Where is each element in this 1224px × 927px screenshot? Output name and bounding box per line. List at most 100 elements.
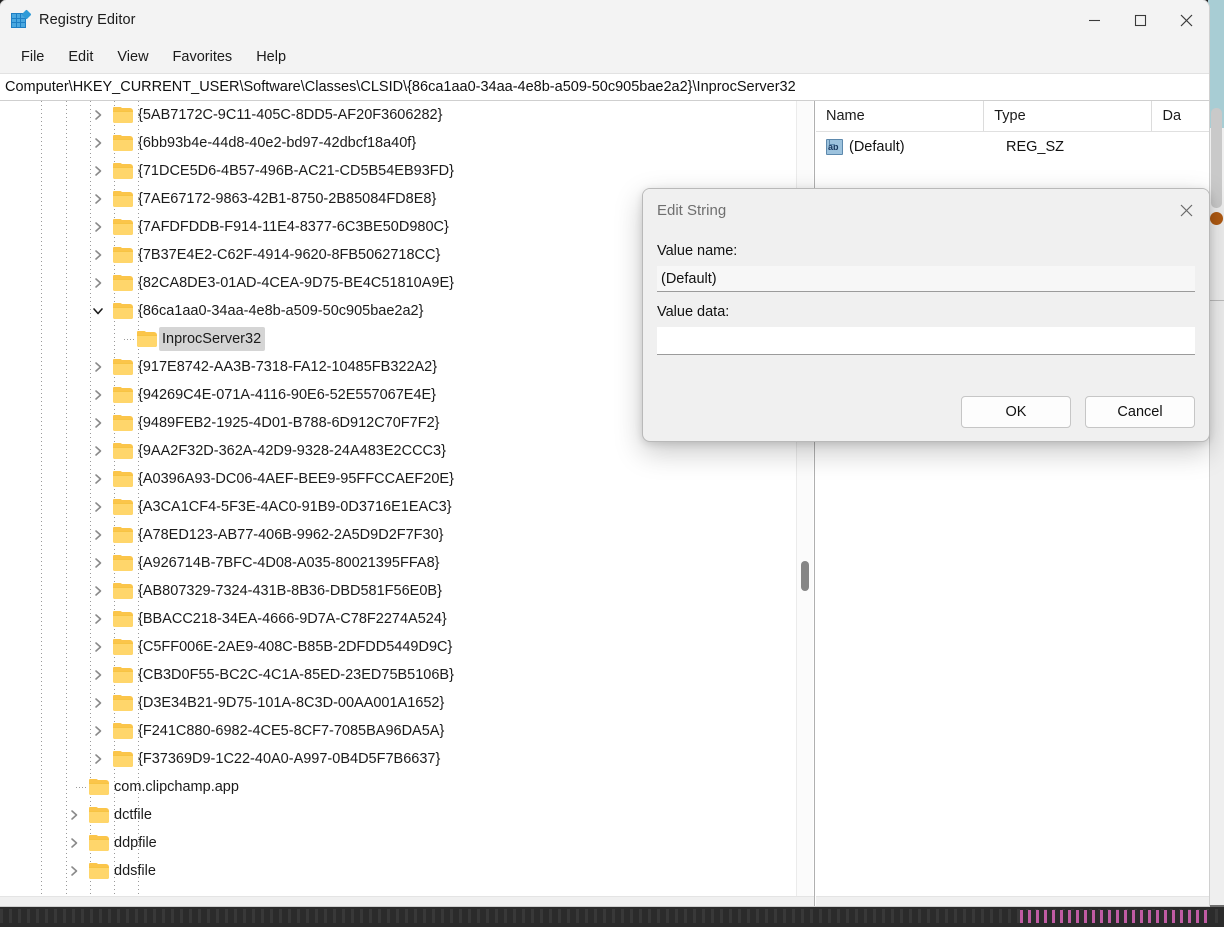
- dialog-close-icon[interactable]: [1163, 189, 1209, 231]
- tree-item-label: {CB3D0F55-BC2C-4C1A-85ED-23ED75B5106B}: [138, 667, 454, 683]
- tree-item[interactable]: {71DCE5D6-4B57-496B-AC21-CD5B54EB93FD}: [0, 157, 797, 185]
- folder-icon: [113, 667, 133, 683]
- folder-icon: [113, 359, 133, 375]
- chevron-right-icon[interactable]: [65, 862, 83, 880]
- chevron-right-icon[interactable]: [89, 190, 107, 208]
- chevron-right-icon[interactable]: [89, 498, 107, 516]
- tree-vertical-scroll-thumb[interactable]: [801, 561, 809, 591]
- value-name-label: Value name:: [657, 243, 738, 259]
- menu-item-favorites[interactable]: Favorites: [162, 46, 244, 68]
- chevron-right-icon[interactable]: [89, 666, 107, 684]
- dialog-title-bar: Edit String: [643, 189, 1209, 231]
- tree-item-label: {A3CA1CF4-5F3E-4AC0-91B9-0D3716E1EAC3}: [138, 499, 452, 515]
- tree-item[interactable]: {F37369D9-1C22-40A0-A997-0B4D5F7B6637}: [0, 745, 797, 773]
- tree-item-label: {7B37E4E2-C62F-4914-9620-8FB5062718CC}: [138, 247, 441, 263]
- chevron-right-icon[interactable]: [65, 834, 83, 852]
- tree-item-label: com.clipchamp.app: [114, 779, 239, 795]
- folder-icon: [113, 135, 133, 151]
- chevron-right-icon[interactable]: [89, 610, 107, 628]
- cancel-button[interactable]: Cancel: [1085, 396, 1195, 428]
- folder-icon: [113, 303, 133, 319]
- tree-item[interactable]: {C5FF006E-2AE9-408C-B85B-2DFDD5449D9C}: [0, 633, 797, 661]
- column-header-name[interactable]: Name: [816, 101, 985, 131]
- folder-icon: [89, 863, 109, 879]
- values-horizontal-scrollbar[interactable]: [816, 896, 1209, 906]
- tree-item[interactable]: dctfile: [0, 801, 797, 829]
- tree-item-label: {86ca1aa0-34aa-4e8b-a509-50c905bae2a2}: [138, 303, 424, 319]
- tree-item[interactable]: {A3CA1CF4-5F3E-4AC0-91B9-0D3716E1EAC3}: [0, 493, 797, 521]
- tree-item-label: {BBACC218-34EA-4666-9D7A-C78F2274A524}: [138, 611, 447, 627]
- tree-item[interactable]: {F241C880-6982-4CE5-8CF7-7085BA96DA5A}: [0, 717, 797, 745]
- chevron-right-icon[interactable]: [89, 526, 107, 544]
- dialog-button-row: OK Cancel: [961, 396, 1195, 428]
- tree-item-label: {917E8742-AA3B-7318-FA12-10485FB322A2}: [138, 359, 438, 375]
- menu-item-edit[interactable]: Edit: [57, 46, 104, 68]
- chevron-right-icon[interactable]: [89, 750, 107, 768]
- folder-icon: [89, 807, 109, 823]
- chevron-right-icon[interactable]: [89, 442, 107, 460]
- minimize-icon[interactable]: [1071, 0, 1117, 40]
- tree-item[interactable]: {AB807329-7324-431B-8B36-DBD581F56E0B}: [0, 577, 797, 605]
- tree-item-label: {C5FF006E-2AE9-408C-B85B-2DFDD5449D9C}: [138, 639, 453, 655]
- tree-item[interactable]: {A926714B-7BFC-4D08-A035-80021395FFA8}: [0, 549, 797, 577]
- tree-item-label: {71DCE5D6-4B57-496B-AC21-CD5B54EB93FD}: [138, 163, 454, 179]
- folder-icon: [113, 723, 133, 739]
- tree-item-label: ddsfile: [114, 863, 156, 879]
- menu-item-view[interactable]: View: [106, 46, 159, 68]
- column-header-type[interactable]: Type: [984, 101, 1153, 131]
- value-name-input[interactable]: [657, 266, 1195, 292]
- value-name-text: (Default): [849, 139, 905, 155]
- tree-horizontal-scrollbar[interactable]: [0, 896, 814, 906]
- chevron-right-icon[interactable]: [89, 638, 107, 656]
- dialog-body: Value name: Value data:: [643, 243, 1209, 355]
- chevron-right-icon[interactable]: [89, 274, 107, 292]
- tree-item-label: ddpfile: [114, 835, 157, 851]
- chevron-right-icon[interactable]: [89, 246, 107, 264]
- folder-icon: [113, 107, 133, 123]
- tree-item[interactable]: {5AB7172C-9C11-405C-8DD5-AF20F3606282}: [0, 101, 797, 129]
- tree-item-label: {AB807329-7324-431B-8B36-DBD581F56E0B}: [138, 583, 442, 599]
- column-header-data[interactable]: Da: [1152, 101, 1209, 131]
- address-bar[interactable]: Computer\HKEY_CURRENT_USER\Software\Clas…: [0, 73, 1209, 101]
- background-app-bottom-strip: [0, 905, 1224, 927]
- chevron-right-icon[interactable]: [89, 218, 107, 236]
- chevron-right-icon[interactable]: [89, 554, 107, 572]
- chevron-right-icon[interactable]: [89, 358, 107, 376]
- dialog-title: Edit String: [657, 201, 727, 219]
- background-circle-icon: [1210, 212, 1223, 225]
- close-icon[interactable]: [1163, 0, 1209, 40]
- values-table-row[interactable]: ab (Default) REG_SZ: [816, 132, 1209, 162]
- chevron-right-icon[interactable]: [89, 582, 107, 600]
- tree-item[interactable]: {A0396A93-DC06-4AEF-BEE9-95FFCCAEF20E}: [0, 465, 797, 493]
- folder-icon: [113, 443, 133, 459]
- value-data-input[interactable]: [657, 327, 1195, 355]
- chevron-right-icon[interactable]: [89, 414, 107, 432]
- ok-button[interactable]: OK: [961, 396, 1071, 428]
- menu-item-file[interactable]: File: [10, 46, 55, 68]
- menu-item-help[interactable]: Help: [245, 46, 297, 68]
- tree-item[interactable]: {6bb93b4e-44d8-40e2-bd97-42dbcf18a40f}: [0, 129, 797, 157]
- chevron-right-icon[interactable]: [89, 470, 107, 488]
- chevron-right-icon[interactable]: [89, 722, 107, 740]
- tree-item[interactable]: ddpfile: [0, 829, 797, 857]
- tree-item-label: {6bb93b4e-44d8-40e2-bd97-42dbcf18a40f}: [138, 135, 417, 151]
- chevron-right-icon[interactable]: [89, 134, 107, 152]
- chevron-right-icon[interactable]: [89, 162, 107, 180]
- tree-item[interactable]: {BBACC218-34EA-4666-9D7A-C78F2274A524}: [0, 605, 797, 633]
- background-scrollbar: [1211, 108, 1222, 208]
- maximize-icon[interactable]: [1117, 0, 1163, 40]
- tree-item[interactable]: ddsfile: [0, 857, 797, 885]
- chevron-down-icon[interactable]: [89, 302, 107, 320]
- values-column-headers: Name Type Da: [816, 101, 1209, 132]
- chevron-right-icon[interactable]: [65, 806, 83, 824]
- tree-item[interactable]: {D3E34B21-9D75-101A-8C3D-00AA001A1652}: [0, 689, 797, 717]
- tree-item[interactable]: com.clipchamp.app: [0, 773, 797, 801]
- value-type-cell: REG_SZ: [1006, 139, 1065, 155]
- tree-item[interactable]: {A78ED123-AB77-406B-9962-2A5D9D2F7F30}: [0, 521, 797, 549]
- tree-item[interactable]: {CB3D0F55-BC2C-4C1A-85ED-23ED75B5106B}: [0, 661, 797, 689]
- value-data-label: Value data:: [657, 304, 730, 320]
- folder-icon: [137, 331, 157, 347]
- chevron-right-icon[interactable]: [89, 106, 107, 124]
- chevron-right-icon[interactable]: [89, 694, 107, 712]
- chevron-right-icon[interactable]: [89, 386, 107, 404]
